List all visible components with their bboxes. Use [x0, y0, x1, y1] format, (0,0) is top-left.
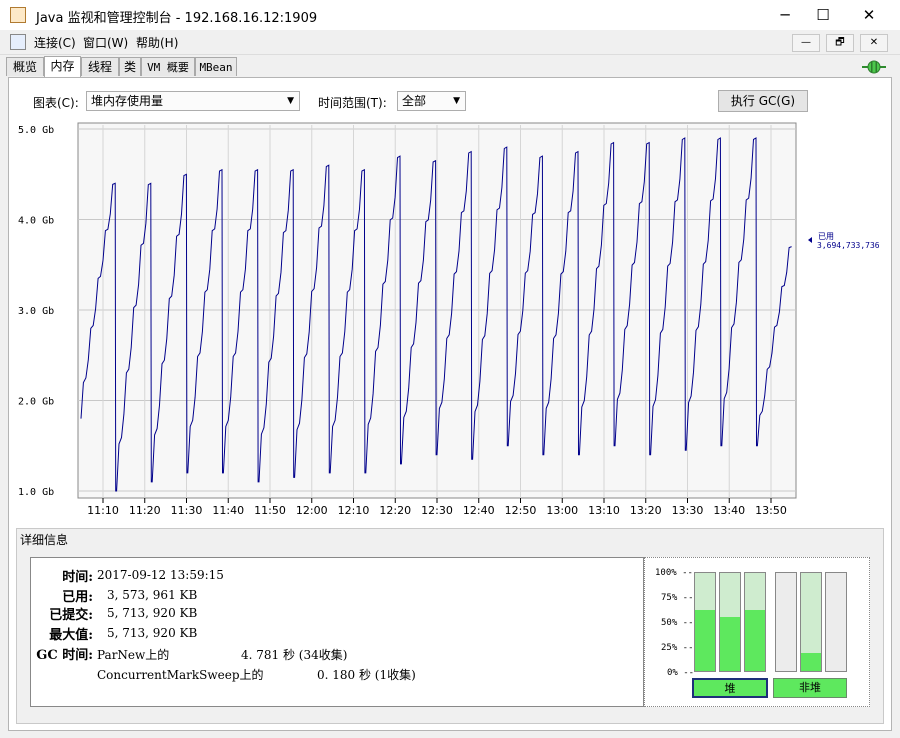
- x-tick-label: 13:50: [755, 504, 787, 517]
- x-tick-label: 13:00: [546, 504, 578, 517]
- tab-threads[interactable]: 线程: [81, 57, 119, 76]
- gc2-value: 0. 180 秒 (1收集): [317, 668, 416, 682]
- mdi-minimize-button[interactable]: —: [792, 34, 820, 52]
- x-tick-label: 12:20: [379, 504, 411, 517]
- chevron-down-icon: ▼: [453, 96, 460, 106]
- connection-plug-icon: [862, 60, 886, 74]
- heap-memory-chart: 1.0 Gb 2.0 Gb 3.0 Gb 4.0 Gb 5.0 Gb 11:10 11:2…: [18, 122, 880, 517]
- pool-axis-50: 50% --: [661, 618, 694, 628]
- y-tick-label: 4.0 Gb: [18, 216, 54, 227]
- tab-overview[interactable]: 概览: [6, 57, 44, 76]
- nonheap-pool-bar[interactable]: [800, 572, 822, 672]
- menu-bar: 连接(C) 窗口(W) 帮助(H): [0, 30, 900, 55]
- x-tick-label: 11:50: [254, 504, 286, 517]
- x-tick-label: 12:40: [463, 504, 495, 517]
- chart-select-label: 图表(C):: [33, 96, 79, 110]
- app-window: Java 监视和管理控制台 - 192.168.16.12:1909 ─ ☐ ✕…: [0, 0, 900, 738]
- gc1-value: 4. 781 秒 (34收集): [241, 648, 348, 662]
- heap-pool-bar[interactable]: [694, 572, 716, 672]
- range-select[interactable]: 全部 ▼: [397, 91, 466, 111]
- y-tick-label: 2.0 Gb: [18, 397, 54, 408]
- perform-gc-button[interactable]: 执行 GC(G): [718, 90, 808, 112]
- chevron-down-icon: ▼: [287, 96, 294, 106]
- x-tick-label: 12:00: [296, 504, 328, 517]
- tab-mbean[interactable]: MBean: [195, 57, 237, 76]
- committed-label: 已提交:: [49, 608, 93, 623]
- x-tick-label: 12:50: [505, 504, 537, 517]
- y-tick-label: 5.0 Gb: [18, 125, 54, 136]
- x-tick-label: 13:30: [672, 504, 704, 517]
- tab-strip: 概览 内存 线程 类 VM 概要 MBean: [6, 56, 886, 77]
- java-cup-icon: [10, 7, 26, 23]
- nonheap-pool-bar[interactable]: [775, 572, 797, 672]
- gc-time-label: GC 时间:: [36, 648, 93, 663]
- window-title: Java 监视和管理控制台 - 192.168.16.12:1909: [36, 11, 318, 26]
- menu-help[interactable]: 帮助(H): [136, 34, 178, 51]
- max-label: 最大值:: [49, 628, 93, 643]
- range-select-value: 全部: [402, 94, 427, 108]
- pool-axis-25: 25% --: [661, 643, 694, 653]
- current-value-marker: [808, 237, 812, 243]
- pool-axis-75: 75% --: [661, 593, 694, 603]
- x-tick-label: 12:30: [421, 504, 453, 517]
- x-tick-label: 13:10: [588, 504, 620, 517]
- y-tick-label: 3.0 Gb: [18, 306, 54, 317]
- title-bar: Java 监视和管理控制台 - 192.168.16.12:1909 ─ ☐ ✕: [0, 0, 900, 30]
- heap-pool-bar[interactable]: [744, 572, 766, 672]
- java-menu-icon[interactable]: [10, 34, 26, 50]
- nonheap-pool-bar[interactable]: [825, 572, 847, 672]
- heap-pool-bar-fill: [745, 610, 765, 671]
- heap-pool-button[interactable]: 堆: [692, 678, 768, 698]
- tab-memory[interactable]: 内存: [44, 56, 81, 77]
- gc2-name: ConcurrentMarkSweep上的: [97, 668, 264, 682]
- x-tick-label: 11:20: [129, 504, 161, 517]
- details-title: 详细信息: [20, 531, 69, 548]
- mdi-restore-button[interactable]: 🗗: [826, 34, 854, 52]
- heap-pool-bar-fill: [695, 610, 715, 671]
- x-tick-label: 13:20: [630, 504, 662, 517]
- nonheap-pool-button[interactable]: 非堆: [773, 678, 847, 698]
- pool-axis-100: 100% --: [655, 568, 693, 578]
- time-value: 2017-09-12 13:59:15: [97, 568, 224, 582]
- maximize-button[interactable]: ☐: [800, 0, 846, 30]
- tab-vm-summary[interactable]: VM 概要: [141, 57, 195, 76]
- nonheap-pool-bar-fill: [801, 653, 821, 671]
- committed-value: 5, 713, 920 KB: [107, 606, 198, 620]
- max-value: 5, 713, 920 KB: [107, 626, 198, 640]
- used-value: 3, 573, 961 KB: [107, 588, 198, 602]
- x-tick-label: 11:40: [212, 504, 244, 517]
- legend-value: 3,694,733,736: [817, 241, 880, 250]
- range-select-label: 时间范围(T):: [318, 96, 387, 110]
- menu-connection[interactable]: 连接(C): [34, 34, 76, 51]
- mdi-close-button[interactable]: ✕: [860, 34, 888, 52]
- y-tick-label: 1.0 Gb: [18, 487, 54, 498]
- chart-select[interactable]: 堆内存使用量 ▼: [86, 91, 300, 111]
- legend-label: 已用: [818, 232, 834, 241]
- tab-classes[interactable]: 类: [119, 57, 141, 76]
- time-label: 时间:: [62, 570, 93, 585]
- heap-pool-bar-fill: [720, 617, 740, 671]
- x-tick-label: 11:30: [171, 504, 203, 517]
- used-label: 已用:: [62, 590, 93, 605]
- menu-window[interactable]: 窗口(W): [83, 34, 128, 51]
- pool-axis-0: 0% --: [667, 668, 695, 678]
- close-button[interactable]: ✕: [846, 0, 892, 30]
- x-tick-label: 13:40: [713, 504, 745, 517]
- gc1-name: ParNew上的: [97, 648, 170, 662]
- chart-select-value: 堆内存使用量: [91, 94, 164, 108]
- details-text-panel: 时间: 2017-09-12 13:59:15 已用: 3, 573, 961 …: [30, 557, 644, 707]
- heap-pool-bar[interactable]: [719, 572, 741, 672]
- x-tick-label: 12:10: [338, 504, 370, 517]
- x-tick-label: 11:10: [87, 504, 119, 517]
